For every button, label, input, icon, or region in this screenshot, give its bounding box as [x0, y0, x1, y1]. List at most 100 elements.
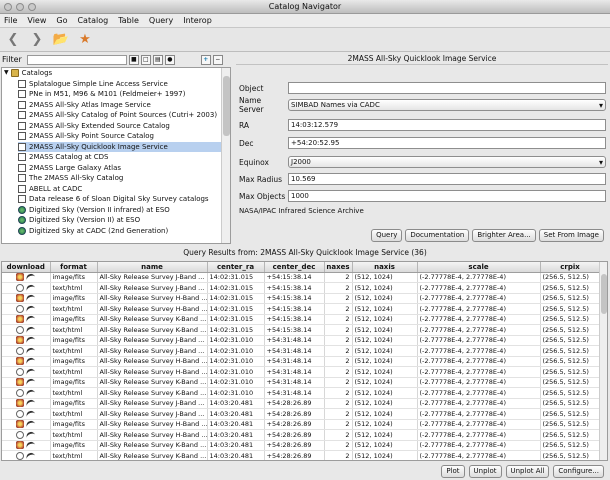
web-icon[interactable] [16, 325, 25, 334]
configure-button[interactable]: Configure... [553, 465, 604, 478]
col-naxis[interactable]: naxis [352, 262, 418, 273]
max-objects-field[interactable]: 1000 [288, 190, 606, 202]
menu-query[interactable]: Query [149, 16, 173, 25]
tree-item-2mass-lga[interactable]: 2MASS Large Galaxy Atlas [18, 163, 230, 174]
set-from-image-button[interactable]: Set From Image [538, 229, 604, 242]
tree-item-2mass-extended[interactable]: 2MASS All-Sky Extended Source Catalog [18, 121, 230, 132]
tree-root[interactable]: ▼ Catalogs [2, 68, 230, 79]
window-controls[interactable] [4, 3, 36, 11]
col-download[interactable]: download [2, 262, 51, 273]
menu-file[interactable]: File [4, 16, 17, 25]
table-row[interactable]: image/fits All-Sky Release Survey K-Band … [2, 440, 601, 451]
col-crpix[interactable]: crpix [540, 262, 601, 273]
filter-input[interactable] [26, 54, 127, 65]
web-icon[interactable] [16, 409, 25, 418]
table-icon[interactable]: ▤ [152, 54, 163, 65]
image-icon[interactable] [16, 399, 25, 408]
minimize-window-button[interactable] [16, 3, 24, 11]
table-row[interactable]: image/fits All-Sky Release Survey H-Band … [2, 419, 601, 430]
menu-catalog[interactable]: Catalog [77, 16, 108, 25]
table-row[interactable]: image/fits All-Sky Release Survey K-Band … [2, 314, 601, 325]
table-scroll-thumb[interactable] [601, 274, 607, 314]
web-icon[interactable] [16, 283, 25, 292]
zoom-window-button[interactable] [28, 3, 36, 11]
copy-icon[interactable]: □ [140, 54, 151, 65]
tree-item-2mass-cds[interactable]: 2MASS Catalog at CDS [18, 152, 230, 163]
image-icon[interactable] [16, 294, 25, 303]
folder-icon[interactable]: 📂 [53, 32, 69, 48]
expand-all-icon[interactable]: + [200, 54, 211, 65]
image-icon[interactable] [16, 336, 25, 345]
tree-item-dss-ir[interactable]: Digitized Sky (Version II infrared) at E… [18, 205, 230, 216]
col-scale[interactable]: scale [417, 262, 541, 273]
web-icon[interactable] [16, 388, 25, 397]
tree-tool-icon[interactable]: ■ [128, 54, 139, 65]
web-icon[interactable] [16, 304, 25, 313]
area-button[interactable]: Brighter Area... [472, 229, 536, 242]
tree-item-2mass-catalog[interactable]: The 2MASS All-Sky Catalog [18, 173, 230, 184]
table-row[interactable]: text/html All-Sky Release Survey K-Band .… [2, 324, 601, 336]
dec-field[interactable]: +54:20:52.95 [288, 137, 606, 149]
tree-item-pne[interactable]: PNe in M51, M96 & M101 (Feldmeier+ 1997) [18, 89, 230, 100]
ra-field[interactable]: 14:03:12.579 [288, 119, 606, 131]
results-table[interactable]: download format name center_ra center_de… [1, 261, 608, 461]
tree-item-dss[interactable]: Digitized Sky (Version II) at ESO [18, 215, 230, 226]
col-name[interactable]: name [97, 262, 208, 273]
web-icon[interactable] [16, 367, 25, 376]
tree-scroll-thumb[interactable] [223, 76, 230, 136]
image-icon[interactable] [16, 441, 25, 450]
menu-view[interactable]: View [27, 16, 46, 25]
tree-item-2mass-quicklook[interactable]: 2MASS All-Sky Quicklook Image Service [18, 141, 230, 152]
table-row[interactable]: image/fits All-Sky Release Survey H-Band … [2, 356, 601, 367]
name-server-select[interactable]: SIMBAD Names via CADC [288, 99, 606, 111]
menu-go[interactable]: Go [56, 16, 67, 25]
image-icon[interactable] [16, 315, 25, 324]
table-row[interactable]: text/html All-Sky Release Survey H-Band .… [2, 429, 601, 441]
web-icon[interactable] [16, 451, 25, 460]
menu-interop[interactable]: Interop [183, 16, 212, 25]
image-icon[interactable] [16, 378, 25, 387]
star-icon[interactable]: ★ [77, 32, 93, 48]
table-scrollbar[interactable] [599, 262, 607, 460]
table-row[interactable]: text/html All-Sky Release Survey H-Band .… [2, 366, 601, 378]
table-row[interactable]: text/html All-Sky Release Survey J-Band .… [2, 282, 601, 294]
max-radius-field[interactable]: 10.569 [288, 173, 606, 185]
table-row[interactable]: image/fits All-Sky Release Survey J-Band … [2, 398, 601, 409]
table-row[interactable]: text/html All-Sky Release Survey J-Band .… [2, 345, 601, 357]
tree-item-splatalogue[interactable]: Splatalogue Simple Line Access Service [18, 79, 230, 90]
web-icon[interactable] [16, 430, 25, 439]
tree-item-2mass-point[interactable]: 2MASS All-Sky Point Source Catalog [18, 131, 230, 142]
close-window-button[interactable] [4, 3, 12, 11]
collapse-all-icon[interactable]: − [212, 54, 223, 65]
table-row[interactable]: image/fits All-Sky Release Survey J-Band … [2, 272, 601, 283]
back-icon[interactable]: ❮ [5, 32, 21, 48]
table-row[interactable]: text/html All-Sky Release Survey H-Band .… [2, 303, 601, 315]
table-row[interactable]: text/html All-Sky Release Survey K-Band .… [2, 387, 601, 399]
tree-item-2mass-point-cutri[interactable]: 2MASS All-Sky Catalog of Point Sources (… [18, 110, 230, 121]
table-row[interactable]: image/fits All-Sky Release Survey J-Band … [2, 335, 601, 346]
globe-icon[interactable]: ● [164, 54, 175, 65]
image-icon[interactable] [16, 357, 25, 366]
catalog-tree[interactable]: ▼ Catalogs Splatalogue Simple Line Acces… [1, 67, 231, 244]
expand-arrow-icon[interactable]: ▼ [4, 68, 9, 79]
web-icon[interactable] [16, 346, 25, 355]
tree-item-2mass-atlas[interactable]: 2MASS All-Sky Atlas Image Service [18, 100, 230, 111]
unplot-button[interactable]: Unplot [468, 465, 502, 478]
image-icon[interactable] [16, 273, 25, 282]
tree-item-sdss[interactable]: Data release 6 of Sloan Digital Sky Surv… [18, 194, 230, 205]
forward-icon[interactable]: ❯ [29, 32, 45, 48]
table-row[interactable]: text/html All-Sky Release Survey J-Band .… [2, 408, 601, 420]
query-button[interactable]: Query [371, 229, 403, 242]
col-center-ra[interactable]: center_ra [207, 262, 265, 273]
col-format[interactable]: format [50, 262, 98, 273]
table-row[interactable]: text/html All-Sky Release Survey K-Band .… [2, 450, 601, 460]
table-row[interactable]: image/fits All-Sky Release Survey H-Band … [2, 293, 601, 304]
table-row[interactable]: image/fits All-Sky Release Survey K-Band … [2, 377, 601, 388]
unplot-all-button[interactable]: Unplot All [505, 465, 550, 478]
tree-item-dss-cadc[interactable]: Digitized Sky at CADC (2nd Generation) [18, 226, 230, 237]
tree-item-abell[interactable]: ABELL at CADC [18, 184, 230, 195]
col-naxes[interactable]: naxes [324, 262, 353, 273]
documentation-button[interactable]: Documentation [405, 229, 470, 242]
col-center-dec[interactable]: center_dec [264, 262, 325, 273]
equinox-select[interactable]: J2000 [288, 156, 606, 168]
